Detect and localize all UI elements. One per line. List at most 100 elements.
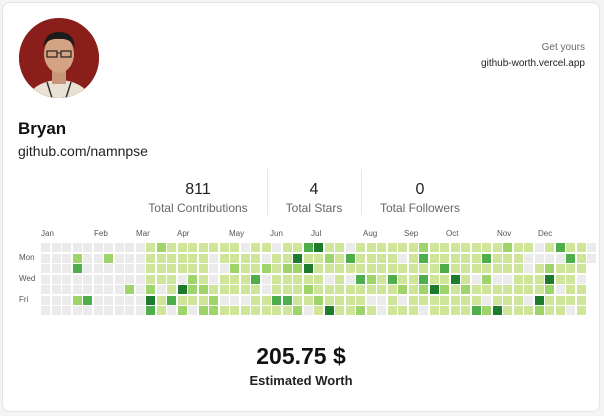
- heatmap-cell: [513, 306, 523, 315]
- heatmap-cell: [240, 274, 250, 284]
- month-label-may: May: [229, 229, 245, 238]
- heatmap-cell: [209, 264, 218, 273]
- heatmap-cell: [555, 264, 565, 273]
- heatmap-cell: [408, 264, 418, 273]
- heatmap-cell: [125, 253, 134, 263]
- heatmap-cell: [272, 274, 281, 284]
- heatmap-cell: [314, 306, 323, 315]
- heatmap-cell: [513, 295, 523, 305]
- heatmap-cell: [135, 285, 145, 294]
- heatmap-cell: [125, 274, 134, 284]
- heatmap-cell: [156, 285, 166, 294]
- month-label-dec: Dec: [538, 229, 553, 238]
- heatmap-cell: [555, 295, 565, 305]
- heatmap-cell: [335, 274, 344, 284]
- heatmap-cell: [51, 253, 61, 263]
- stat-followers: 0 Total Followers: [365, 172, 475, 215]
- heatmap-cell: [408, 274, 418, 284]
- user-handle[interactable]: github.com/namnpse: [18, 143, 148, 159]
- heatmap-cell: [282, 274, 292, 284]
- heatmap-cell: [303, 253, 313, 263]
- estimated-worth: 205.75 $ Estimated Worth: [3, 343, 599, 388]
- heatmap-cell: [282, 306, 292, 315]
- heatmap-cell: [482, 243, 491, 252]
- heatmap-cell: [408, 243, 418, 252]
- heatmap-cell: [398, 264, 407, 273]
- heatmap-cell: [335, 253, 344, 263]
- heatmap-cell: [503, 306, 512, 315]
- heatmap-cell: [324, 285, 334, 294]
- heatmap-cell: [62, 306, 71, 315]
- heatmap-cell: [198, 285, 208, 294]
- heatmap-cell: [188, 253, 197, 263]
- heatmap-cell: [293, 306, 302, 315]
- heatmap-cell: [303, 285, 313, 294]
- heatmap-cell: [482, 264, 491, 273]
- heatmap-cell: [167, 295, 176, 305]
- heatmap-cell: [482, 274, 491, 284]
- heatmap-cell: [545, 306, 554, 315]
- heatmap-cell: [398, 243, 407, 252]
- heatmap-cell: [198, 295, 208, 305]
- heatmap-cell: [471, 253, 481, 263]
- heatmap-cell: [513, 285, 523, 294]
- heatmap-cell: [230, 264, 239, 273]
- heatmap-cell: [188, 274, 197, 284]
- heatmap-cell: [513, 253, 523, 263]
- heatmap-cell: [209, 243, 218, 252]
- heatmap-cell: [345, 274, 355, 284]
- heatmap-cell: [440, 306, 449, 315]
- heatmap-cell: [429, 274, 439, 284]
- heatmap-cell: [419, 264, 428, 273]
- heatmap-cell: [282, 295, 292, 305]
- heatmap-cell: [93, 295, 103, 305]
- heatmap-cell: [545, 274, 554, 284]
- heatmap-cell: [272, 295, 281, 305]
- month-label-aug: Aug: [363, 229, 378, 238]
- stat-value: 0: [415, 181, 425, 198]
- heatmap-cell: [293, 264, 302, 273]
- heatmap-cell: [114, 274, 124, 284]
- heatmap-cell: [450, 295, 460, 305]
- heatmap-cell: [566, 285, 575, 294]
- stat-label: Total Contributions: [148, 201, 248, 215]
- heatmap-cell: [492, 253, 502, 263]
- heatmap-cell: [51, 306, 61, 315]
- heatmap-cell: [461, 274, 470, 284]
- heatmap-cell: [135, 264, 145, 273]
- heatmap-cell: [377, 243, 386, 252]
- heatmap-cell: [492, 306, 502, 315]
- heatmap-cell: [534, 264, 544, 273]
- heatmap-cell: [492, 295, 502, 305]
- heatmap-cell: [135, 253, 145, 263]
- heatmap-cell: [167, 264, 176, 273]
- heatmap-cell: [83, 295, 92, 305]
- heatmap-cell: [272, 264, 281, 273]
- heatmap-cell: [566, 274, 575, 284]
- promo-link[interactable]: github-worth.vercel.app: [481, 56, 585, 72]
- heatmap-cell: [419, 274, 428, 284]
- heatmap-cell: [93, 285, 103, 294]
- worth-value: 205.75 $: [256, 343, 346, 369]
- heatmap-cell: [272, 253, 281, 263]
- heatmap-cell: [303, 295, 313, 305]
- heatmap-cell: [503, 264, 512, 273]
- heatmap-cell: [177, 306, 187, 315]
- heatmap-cell: [534, 295, 544, 305]
- day-label-fri: Fri: [19, 294, 29, 304]
- heatmap-cell: [135, 243, 145, 252]
- heatmap-cell: [125, 264, 134, 273]
- heatmap-cell: [93, 243, 103, 252]
- heatmap-cell: [240, 295, 250, 305]
- heatmap-cell: [156, 243, 166, 252]
- heatmap-cell: [62, 253, 71, 263]
- month-label-mar: Mar: [136, 229, 150, 238]
- heatmap-cell: [83, 243, 92, 252]
- heatmap-cell: [72, 243, 82, 252]
- heatmap-cell: [366, 306, 376, 315]
- heatmap-cell: [534, 274, 544, 284]
- heatmap-cell: [345, 264, 355, 273]
- heatmap-cell: [188, 243, 197, 252]
- heatmap-cell: [408, 285, 418, 294]
- day-label-wed: Wed: [19, 273, 36, 283]
